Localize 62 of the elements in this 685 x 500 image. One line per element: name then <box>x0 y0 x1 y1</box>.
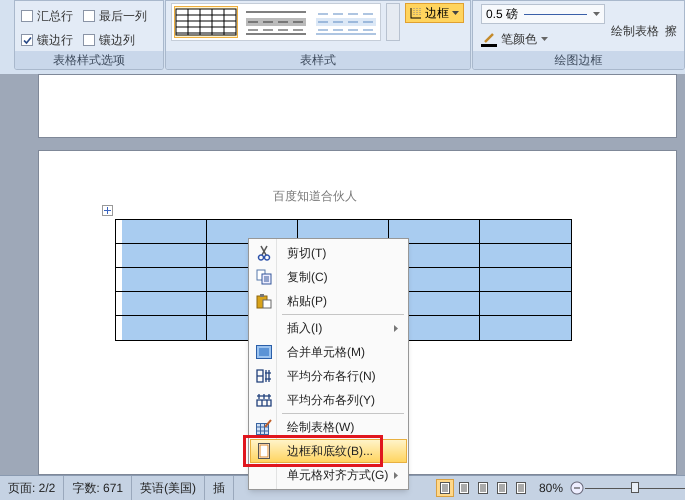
copy-icon <box>256 269 272 285</box>
checkbox-label: 最后一列 <box>99 8 147 25</box>
checkbox-label: 镶边行 <box>37 32 73 49</box>
table-move-handle-icon[interactable] <box>102 205 113 216</box>
table-cell[interactable] <box>480 268 571 292</box>
table-cell[interactable] <box>480 220 571 244</box>
table-icon <box>256 345 272 359</box>
table-cell[interactable] <box>116 244 207 268</box>
menu-item[interactable]: 平均分布各列(Y) <box>250 388 407 412</box>
view-button[interactable] <box>436 479 454 497</box>
group-label: 表格样式选项 <box>15 51 163 69</box>
dropdown-caret-icon <box>452 10 459 16</box>
group-label: 表样式 <box>166 51 470 69</box>
pencil-icon <box>481 31 497 47</box>
checkbox-label: 镶边列 <box>99 32 135 49</box>
menu-item[interactable]: 合并单元格(M) <box>250 340 407 364</box>
status-item[interactable]: 插 <box>205 476 234 500</box>
zoom-slider-thumb[interactable] <box>631 482 639 493</box>
menu-item[interactable]: 平均分布各行(N) <box>250 364 407 388</box>
table-style-thumbnail[interactable] <box>174 6 238 38</box>
menu-item[interactable]: 绘制表格(W) <box>250 412 407 439</box>
checkbox[interactable] <box>21 34 33 46</box>
ribbon-button[interactable]: 擦 <box>665 4 677 40</box>
page-header: 百度知道合伙人 <box>272 188 358 205</box>
table-cell[interactable] <box>480 316 571 340</box>
zoom-out-icon[interactable] <box>570 481 584 495</box>
checkbox[interactable] <box>83 34 95 46</box>
submenu-arrow-icon <box>394 472 398 478</box>
status-item[interactable]: 英语(美国) <box>132 476 206 500</box>
table-pencil-icon <box>256 419 272 435</box>
checkbox-label: 汇总行 <box>37 8 73 25</box>
scissors-icon <box>257 245 271 261</box>
menu-item[interactable]: 复制(C) <box>250 265 407 289</box>
menu-item[interactable]: 插入(I) <box>250 313 407 340</box>
table-cell[interactable] <box>389 220 480 244</box>
clipboard-icon <box>256 293 272 309</box>
group-label: 绘图边框 <box>473 51 684 69</box>
menu-item[interactable]: 粘贴(P) <box>250 289 407 313</box>
status-item[interactable]: 字数: 671 <box>64 476 132 500</box>
table-cell[interactable] <box>116 268 207 292</box>
menu-item[interactable]: 单元格对齐方式(G) <box>250 463 407 487</box>
zoom-percent[interactable]: 80% <box>538 479 563 497</box>
ribbon-button[interactable]: 绘制表格 <box>611 4 659 40</box>
submenu-arrow-icon <box>394 324 398 332</box>
table-cell[interactable] <box>480 292 571 316</box>
page-icon <box>258 443 270 459</box>
table-cell[interactable] <box>116 220 207 244</box>
border-button[interactable]: 边框 <box>405 3 464 23</box>
menu-item[interactable]: 剪切(T) <box>250 241 407 265</box>
dropdown-caret-icon <box>541 36 548 42</box>
table-columns-icon <box>256 393 272 407</box>
table-cell[interactable] <box>480 244 571 268</box>
table-cell[interactable] <box>116 292 207 316</box>
pen-color-button[interactable]: 笔颜色 <box>481 30 605 48</box>
table-rows-icon <box>256 369 272 383</box>
line-weight-dropdown[interactable]: 0.5 磅 <box>481 4 605 24</box>
checkbox[interactable] <box>83 10 95 22</box>
dropdown-caret-icon <box>593 12 600 16</box>
gallery-scroll-bar[interactable] <box>386 3 400 41</box>
checkbox[interactable] <box>21 10 33 22</box>
status-item[interactable]: 页面: 2/2 <box>0 476 64 500</box>
border-icon <box>410 7 422 19</box>
